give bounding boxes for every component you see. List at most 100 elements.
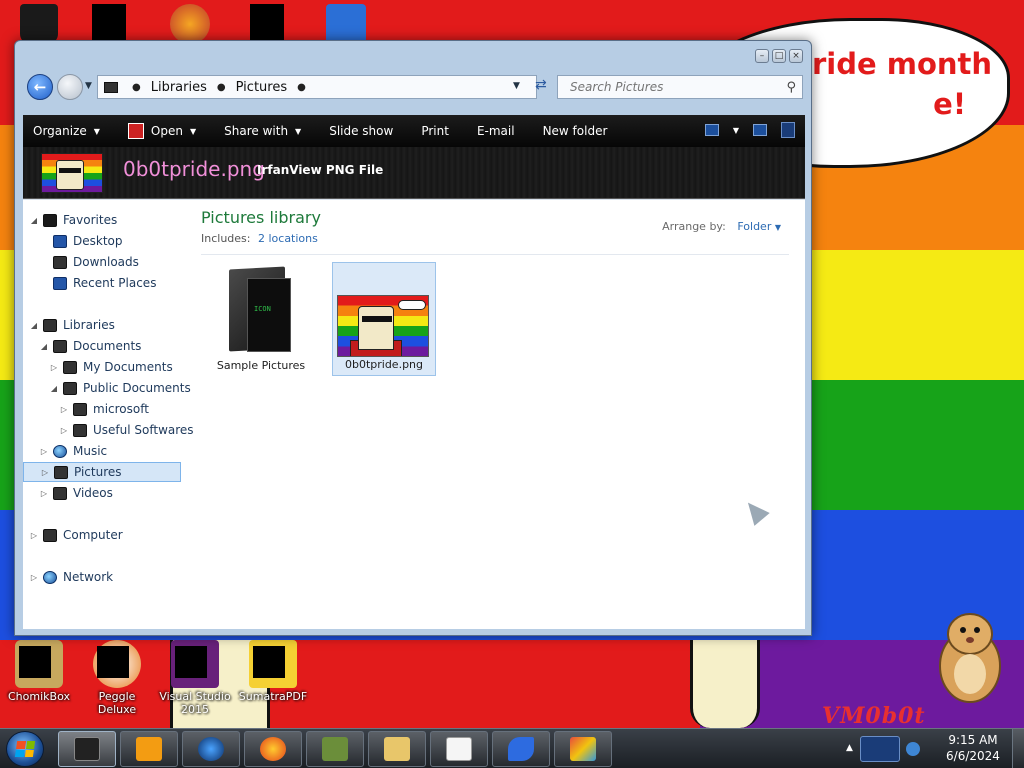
expand-arrow-icon[interactable]: ◢ — [39, 342, 49, 351]
refresh-icon[interactable]: ⇄ — [535, 77, 547, 93]
minimize-button[interactable]: – — [755, 49, 769, 63]
close-button[interactable]: × — [789, 49, 803, 63]
new-folder-label: New folder — [542, 124, 608, 138]
maximize-button[interactable]: □ — [772, 49, 786, 63]
recycle-bin-icon[interactable] — [20, 4, 58, 44]
show-desktop-button[interactable] — [1012, 729, 1024, 768]
folder-icon — [63, 381, 77, 395]
taskbar-firefox[interactable] — [244, 731, 302, 767]
tree-item-useful-softwares[interactable]: ▷ Useful Softwares — [59, 420, 194, 440]
desktop-icon-chomikbox[interactable]: ChomikBox — [0, 640, 78, 703]
clock[interactable]: 9:15 AM 6/6/2024 — [940, 732, 1006, 764]
address-bar[interactable]: ● Libraries ● Pictures ● — [97, 75, 537, 99]
expand-arrow-icon[interactable]: ▷ — [40, 468, 50, 477]
tree-label: Useful Softwares — [93, 423, 194, 437]
taskbar-explorer[interactable] — [58, 731, 116, 767]
desktop-icon-label: SumatraPDF — [238, 690, 308, 703]
tree-item-network[interactable]: ▷ Network — [29, 567, 113, 587]
chevron-down-icon: ▼ — [189, 126, 197, 136]
tree-item-desktop[interactable]: Desktop — [53, 231, 123, 251]
expand-arrow-icon[interactable]: ▷ — [39, 447, 49, 456]
tree-item-pictures[interactable]: ▷ Pictures — [23, 462, 181, 482]
expand-arrow-icon[interactable]: ◢ — [49, 384, 59, 393]
start-button[interactable] — [6, 731, 44, 767]
tree-item-my-documents[interactable]: ▷ My Documents — [49, 357, 173, 377]
taskbar-paint[interactable] — [554, 731, 612, 767]
taskbar-chomikbox[interactable] — [306, 731, 364, 767]
address-dropdown[interactable]: ▼ — [513, 81, 520, 91]
vscode-like-icon[interactable] — [326, 4, 366, 44]
expand-arrow-icon[interactable]: ▷ — [29, 573, 39, 582]
desktop-app-icon[interactable] — [92, 4, 126, 44]
selected-file-name: 0b0tpride.png — [123, 157, 265, 181]
open-button[interactable]: Open ▼ — [127, 123, 197, 139]
desktop-icon-visual-studio[interactable]: Visual Studio 2015 — [156, 640, 234, 716]
file-item-0b0tpride[interactable]: 0b0tpride.png — [332, 262, 436, 376]
tree-item-microsoft[interactable]: ▷ microsoft — [59, 399, 149, 419]
taskbar-solitaire[interactable] — [430, 731, 488, 767]
breadcrumb-libraries[interactable]: Libraries — [151, 80, 207, 95]
taskbar-media-player[interactable] — [120, 731, 178, 767]
music-icon — [53, 444, 67, 458]
forward-button[interactable] — [57, 74, 83, 100]
locations-link[interactable]: 2 locations — [258, 232, 318, 245]
taskbar-app[interactable] — [492, 731, 550, 767]
desktop-icon-peggle[interactable]: Peggle Deluxe — [78, 640, 156, 716]
print-button[interactable]: Print — [421, 124, 449, 138]
file-item-sample-pictures[interactable]: ICON Sample Pictures — [209, 262, 313, 376]
tree-item-libraries[interactable]: ◢ Libraries — [29, 315, 115, 335]
taskbar-ie[interactable] — [182, 731, 240, 767]
show-hidden-icons-button[interactable]: ▲ — [846, 743, 853, 753]
tree-label: Computer — [63, 528, 123, 542]
cards-icon — [446, 737, 472, 761]
taskbar-folder[interactable] — [368, 731, 426, 767]
sumatrapdf-icon — [249, 640, 297, 688]
recent-pages-dropdown[interactable]: ▼ — [85, 81, 92, 91]
expand-arrow-icon[interactable]: ▷ — [59, 405, 69, 414]
tree-item-downloads[interactable]: Downloads — [53, 252, 139, 272]
peggle-icon — [93, 640, 141, 688]
tree-item-favorites[interactable]: ◢ Favorites — [29, 210, 117, 230]
breadcrumb-separator-icon[interactable]: ● — [217, 82, 226, 93]
explorer-icon — [74, 737, 100, 761]
tree-label: Network — [63, 570, 114, 584]
expand-arrow-icon[interactable]: ▷ — [59, 426, 69, 435]
help-icon[interactable] — [781, 122, 795, 138]
desktop-app-icon[interactable] — [250, 4, 284, 44]
search-input[interactable] — [570, 80, 770, 94]
tree-item-public-documents[interactable]: ◢ Public Documents — [49, 378, 191, 398]
desktop-icon-sumatrapdf[interactable]: SumatraPDF — [234, 640, 312, 703]
breadcrumb-pictures[interactable]: Pictures — [236, 80, 287, 95]
tree-item-computer[interactable]: ▷ Computer — [29, 525, 123, 545]
browser-icon[interactable] — [170, 4, 210, 44]
breadcrumb-separator-icon[interactable]: ● — [297, 82, 306, 93]
view-controls: ▼ — [704, 122, 795, 138]
email-button[interactable]: E-mail — [477, 124, 515, 138]
slide-show-button[interactable]: Slide show — [329, 124, 393, 138]
expand-arrow-icon[interactable]: ▷ — [49, 363, 59, 372]
expand-arrow-icon[interactable]: ◢ — [29, 216, 39, 225]
network-tray-icon[interactable] — [906, 742, 920, 756]
arrange-value: Folder — [737, 220, 772, 233]
tree-item-recent-places[interactable]: Recent Places — [53, 273, 156, 293]
tree-item-videos[interactable]: ▷ Videos — [39, 483, 113, 503]
new-folder-button[interactable]: New folder — [543, 124, 608, 138]
tray-app-icon[interactable] — [860, 736, 900, 762]
breadcrumb-separator-icon[interactable]: ● — [132, 82, 141, 93]
visual-studio-icon — [171, 640, 219, 688]
preview-pane-icon[interactable] — [753, 124, 767, 136]
organize-button[interactable]: Organize ▼ — [33, 124, 100, 138]
arrange-by-dropdown[interactable]: Folder ▼ — [737, 220, 781, 233]
share-with-button[interactable]: Share with ▼ — [224, 124, 301, 138]
expand-arrow-icon[interactable]: ▷ — [29, 531, 39, 540]
tree-item-documents[interactable]: ◢ Documents — [39, 336, 142, 356]
expand-arrow-icon[interactable]: ◢ — [29, 321, 39, 330]
chevron-down-icon[interactable]: ▼ — [733, 126, 739, 135]
taskbar: ▲ 9:15 AM 6/6/2024 — [0, 728, 1024, 768]
back-button[interactable]: ← — [27, 74, 53, 100]
expand-arrow-icon[interactable]: ▷ — [39, 489, 49, 498]
tree-item-music[interactable]: ▷ Music — [39, 441, 107, 461]
change-view-icon[interactable] — [704, 124, 719, 136]
search-box[interactable]: ⚲ — [557, 75, 803, 99]
search-icon[interactable]: ⚲ — [786, 80, 796, 95]
